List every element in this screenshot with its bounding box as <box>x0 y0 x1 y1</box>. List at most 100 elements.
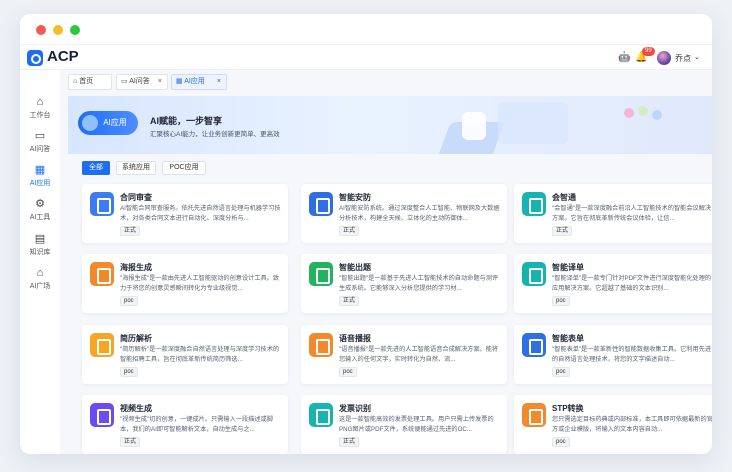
app-card[interactable]: STP转换 您只需选定目标药典或内部标准，本工具即可依据最新的官方或企业模版，将输… <box>514 395 712 454</box>
tools-icon: ⚙ <box>35 198 45 210</box>
home-icon: ⌂ <box>36 96 44 108</box>
app-card-description: "智能表单"是一款革新性的智能数据收集工具。它利用先进的自然语言处理技术，将您的… <box>552 346 712 363</box>
hero-title: AI赋能，一步智享 <box>150 116 223 126</box>
app-card-title: 合同审查 <box>120 193 152 202</box>
close-icon[interactable]: × <box>158 75 162 89</box>
contract-review-icon <box>90 192 114 216</box>
app-card-tag: 正式 <box>120 437 141 447</box>
tab-ai-qa[interactable]: ▭ AI问答 × <box>116 74 168 90</box>
app-card-title: 简历解析 <box>120 334 152 343</box>
apps-icon: ▦ <box>34 164 46 176</box>
app-card-title: 发票识别 <box>339 404 371 413</box>
app-card[interactable]: 发票识别这是一款智能高效的发票处理工具。用户只需上传发票的PNG图片或PDF文件… <box>301 395 507 454</box>
app-card-description: "海报生成"是一款由先进人工智能驱动的创意设计工具。致力于将您的创意灵感瞬间转化… <box>120 275 280 292</box>
app-card-tag: poc <box>339 367 357 377</box>
sidebar-item-ai-tools[interactable]: ⚙ AI工具 <box>20 198 60 222</box>
sidebar-item-ai-qa[interactable]: ▭ AI问答 <box>20 130 60 154</box>
microphone-icon <box>309 333 333 357</box>
app-card-description: AI智能安防系统。通过深度整合人工智能、物联网及大数据分析技术，构建全天候、立体… <box>339 205 500 222</box>
sidebar-item-ai-plaza[interactable]: ⌂ AI广场 <box>20 267 60 291</box>
app-card-tag: poc <box>552 296 570 306</box>
resume-icon <box>90 333 114 357</box>
tab-label: AI问答 <box>129 78 150 85</box>
app-card-description: "简历解析"是一款深度融合自然语言处理与深度学习技术的智能招聘工具，旨在彻底革新… <box>120 346 280 363</box>
app-card-tag: 正式 <box>339 437 360 447</box>
plaza-icon: ⌂ <box>36 267 44 279</box>
app-card[interactable]: 语音播报 "语音播报"是一款先进的人工智能语音合成解决方案。能将您输入的任何文字，… <box>301 325 507 384</box>
filter-system-apps[interactable]: 系统应用 <box>116 161 156 175</box>
sidebar: ⌂ 工作台 ▭ AI问答 ▦ AI应用 ⚙ AI工具 ▤ 知识库 ⌂ AI广场 <box>20 70 60 454</box>
app-card[interactable]: 合同审查 AI智能合同审查服务。依托先进自然语言处理与机器学习技术，对各类合同文本… <box>82 184 288 243</box>
app-card-title: 视频生成 <box>120 404 152 413</box>
app-card-title: 语音播报 <box>339 334 371 343</box>
app-card[interactable]: 智能出题 "智能出题"是一款基于先进人工智能技术的自动命题与测评生成系统。它能够深… <box>301 254 507 313</box>
tab-label: 首页 <box>79 78 94 85</box>
app-card[interactable]: 智能安防 AI智能安防系统。通过深度整合人工智能、物联网及大数据分析技术，构建全天… <box>301 184 507 243</box>
sidebar-item-ai-apps[interactable]: ▦ AI应用 <box>20 164 60 188</box>
robot-icon[interactable]: 🤖 <box>618 52 630 63</box>
app-card[interactable]: 智能表单 "智能表单"是一款革新性的智能数据收集工具。它利用先进的自然语言处理技术… <box>514 325 712 384</box>
app-card-title: 智能安防 <box>339 193 371 202</box>
app-card-description: 这是一款智能高效的发票处理工具。用户只需上传发票的PNG图片或PDF文件，系统便… <box>339 416 494 433</box>
close-icon[interactable]: × <box>217 75 221 89</box>
hero-illustration-panel <box>498 102 568 144</box>
quiz-bulb-icon <box>309 262 333 286</box>
tab-ai-apps[interactable]: ▦ AI应用 × <box>171 74 227 90</box>
sidebar-item-workbench[interactable]: ⌂ 工作台 <box>20 96 60 120</box>
app-card-tag: poc <box>552 437 570 447</box>
video-play-icon <box>90 403 114 427</box>
green-bubble-icon <box>638 106 648 116</box>
app-card-title: 智能译单 <box>552 263 584 272</box>
blue-bubble-icon <box>652 110 662 120</box>
app-card-title: 海报生成 <box>120 263 152 272</box>
sidebar-item-label: AI工具 <box>29 214 51 221</box>
app-card[interactable]: 视频生成 "视频生成"切的创意，一键成片。只需输入一段描述或脚本，我们的AI即可智… <box>82 395 288 454</box>
notification-badge: 99 <box>642 47 655 56</box>
filter-poc-apps[interactable]: POC应用 <box>162 161 206 175</box>
chevron-down-icon[interactable]: ⌄ <box>694 53 700 61</box>
app-card-description: "语音播报"是一款先进的人工智能语音合成解决方案。能将您输入的任何文字，实时转化… <box>339 346 499 363</box>
sidebar-item-knowledge-base[interactable]: ▤ 知识库 <box>20 233 60 257</box>
poster-image-icon <box>90 262 114 286</box>
hero-badge: AI应用 <box>78 111 138 135</box>
app-card-tag: 正式 <box>552 226 573 236</box>
acp-logo-icon <box>27 50 43 66</box>
tab-home[interactable]: ⌂ 首页 <box>68 74 112 90</box>
pdf-translate-icon <box>522 262 546 286</box>
security-shield-icon <box>309 192 333 216</box>
app-card-description: "会智通"是一款深度融合前沿人工智能技术的智能会议解决方案。它旨在彻底革新传统会… <box>552 205 712 222</box>
app-header: ACP 🤖 🔔 99 乔点 ⌄ <box>20 44 712 70</box>
stp-convert-icon <box>522 403 546 427</box>
app-card[interactable]: 简历解析 "简历解析"是一款深度融合自然语言处理与深度学习技术的智能招聘工具，旨在… <box>82 325 288 384</box>
book-icon: ▤ <box>34 233 46 245</box>
hero-subtitle: 汇聚核心AI能力，让业务创新更简单、更高效 <box>150 131 280 138</box>
sidebar-item-label: 知识库 <box>29 249 51 256</box>
minimize-window-button[interactable] <box>53 25 63 35</box>
app-card-tag: poc <box>120 296 138 306</box>
app-window: ACP 🤖 🔔 99 乔点 ⌄ ⌂ 工作台 ▭ AI问答 ▦ AI应用 ⚙ AI… <box>20 14 712 454</box>
app-card-description: "智能出题"是一款基于先进人工智能技术的自动命题与测评生成系统。它能够深入分析您… <box>339 275 499 292</box>
filter-all[interactable]: 全部 <box>82 161 110 175</box>
chat-icon: ▭ <box>121 78 130 85</box>
app-card-tag: 正式 <box>339 226 360 236</box>
app-card-description: 您只需选定目标药典或内部标准，本工具即可依据最新的官方或企业模版，将输入的文本内… <box>552 416 712 433</box>
app-card-description: "视频生成"切的创意，一键成片。只需输入一段描述或脚本，我们的AI即可智能解析文… <box>120 416 273 433</box>
hero-banner: AI应用 AI赋能，一步智享 汇聚核心AI能力，让业务创新更简单、更高效 <box>68 96 712 154</box>
app-card-title: 智能出题 <box>339 263 371 272</box>
maximize-window-button[interactable] <box>70 25 80 35</box>
sidebar-item-label: 工作台 <box>29 112 51 119</box>
app-card[interactable]: 会智通 "会智通"是一款深度融合前沿人工智能技术的智能会议解决方案。它旨在彻底革新… <box>514 184 712 243</box>
user-name[interactable]: 乔点 <box>675 53 691 64</box>
app-card-tag: poc <box>552 367 570 377</box>
tab-label: AI应用 <box>184 78 205 85</box>
app-card-tag: poc <box>120 367 138 377</box>
window-titlebar <box>20 14 712 44</box>
avatar[interactable] <box>657 51 671 65</box>
app-card[interactable]: 海报生成 "海报生成"是一款由先进人工智能驱动的创意设计工具。致力于将您的创意灵感… <box>82 254 288 313</box>
main-content: ⌂ 首页 ▭ AI问答 × ▦ AI应用 × AI应用 AI赋能，一步智享 汇聚… <box>60 70 712 454</box>
app-card-tag: 正式 <box>339 296 360 306</box>
form-chart-icon <box>522 333 546 357</box>
app-card-tag: 正式 <box>120 226 141 236</box>
close-window-button[interactable] <box>36 25 46 35</box>
app-card[interactable]: 智能译单 "智能译单"是一款专门针对PDF文件进行深度智能化处理的应用解决方案。它… <box>514 254 712 313</box>
